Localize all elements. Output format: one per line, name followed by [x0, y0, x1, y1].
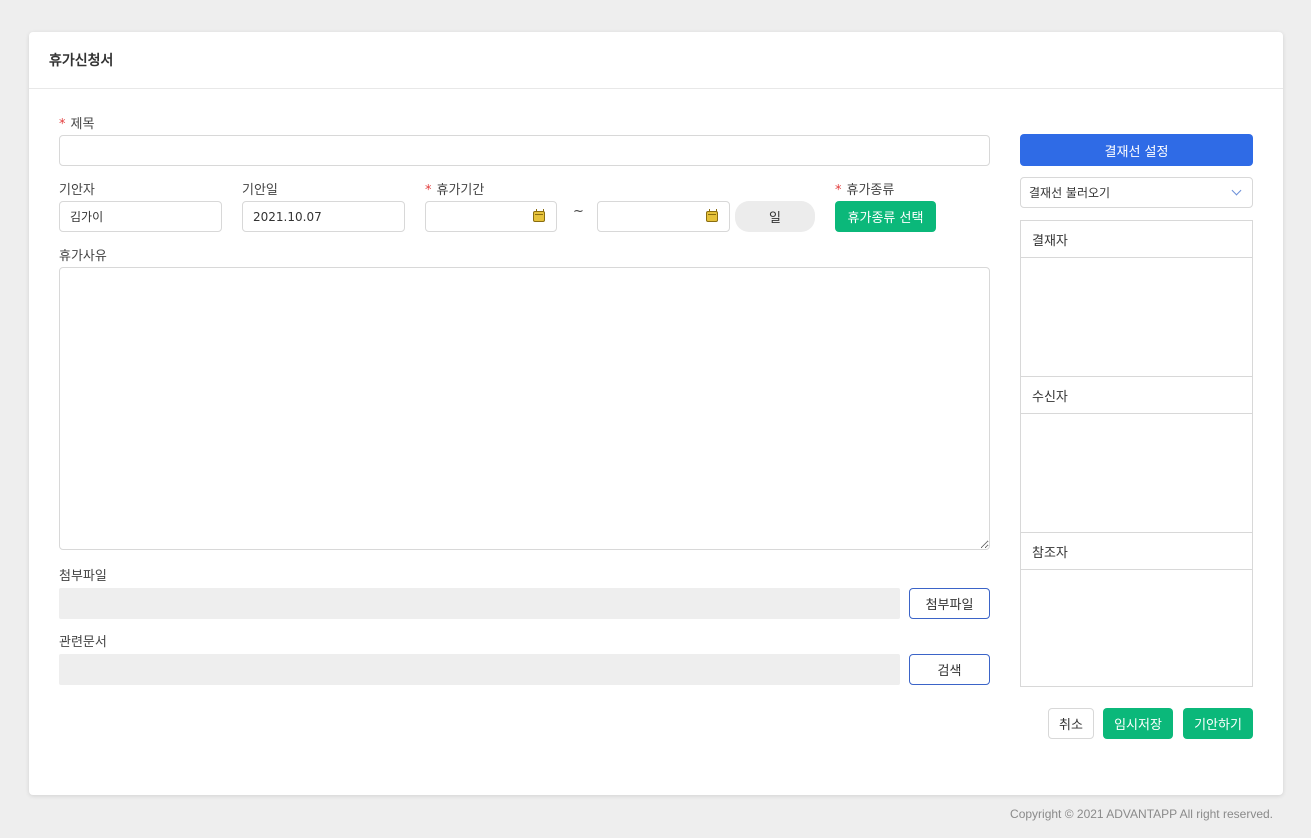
subject-input[interactable]: [59, 135, 990, 166]
leave-type-label: * 휴가종류: [835, 179, 894, 198]
related-docs-search-button[interactable]: 검색: [909, 654, 990, 685]
approval-line-load-value: 결재선 불러오기: [1029, 186, 1111, 200]
references-label: 참조자: [1032, 545, 1068, 561]
required-mark: *: [59, 117, 66, 132]
chevron-down-icon: [1231, 185, 1242, 196]
copyright-footer: Copyright © 2021 ADVANTAPP All right res…: [1010, 807, 1273, 821]
draft-date-field[interactable]: 2021.10.07: [242, 201, 405, 232]
related-docs-label: 관련문서: [59, 635, 107, 650]
related-docs-list: [59, 654, 900, 685]
period-label-text: 휴가기간: [436, 183, 485, 198]
drafter-label: 기안자: [59, 183, 95, 198]
reason-label: 휴가사유: [59, 249, 107, 264]
calendar-icon[interactable]: [533, 209, 545, 222]
leave-type-select-button[interactable]: 휴가종류 선택: [835, 201, 936, 232]
leave-type-label-text: 휴가종류: [846, 183, 895, 198]
approval-line-panel: 결재자 수신자 참조자: [1020, 220, 1253, 687]
drafter-value: 김가이: [70, 210, 104, 224]
references-header: 참조자: [1021, 533, 1252, 570]
reason-textarea[interactable]: [59, 267, 990, 550]
period-end-input[interactable]: [597, 201, 730, 232]
period-separator: ~: [573, 204, 584, 219]
draft-date-label: 기안일: [242, 183, 278, 198]
attachment-list: [59, 588, 900, 619]
approvers-label: 결재자: [1032, 233, 1068, 249]
recipients-label: 수신자: [1032, 389, 1068, 405]
period-label: * 휴가기간: [425, 179, 484, 198]
attachment-button[interactable]: 첨부파일: [909, 588, 990, 619]
references-list: [1021, 570, 1252, 689]
card-header: 휴가신청서: [29, 32, 1283, 89]
approval-line-load-select[interactable]: 결재선 불러오기: [1020, 177, 1253, 208]
required-mark: *: [835, 183, 842, 198]
save-draft-button[interactable]: 임시저장: [1103, 708, 1173, 739]
period-start-input[interactable]: [425, 201, 557, 232]
drafter-field[interactable]: 김가이: [59, 201, 222, 232]
attachment-label: 첨부파일: [59, 569, 107, 584]
page-title: 휴가신청서: [49, 53, 114, 69]
draft-date-value: 2021.10.07: [253, 209, 322, 224]
calendar-icon[interactable]: [706, 209, 718, 222]
days-count: 일: [735, 201, 815, 232]
leave-request-card: 휴가신청서 * 제목 기안자 김가이 기안일 2021.10.07 * 휴가기간 ~…: [29, 32, 1283, 795]
submit-button[interactable]: 기안하기: [1183, 708, 1253, 739]
cancel-button[interactable]: 취소: [1048, 708, 1094, 739]
recipients-list: [1021, 414, 1252, 533]
recipients-header: 수신자: [1021, 377, 1252, 414]
subject-label-text: 제목: [70, 117, 95, 132]
approvers-header: 결재자: [1021, 221, 1252, 258]
approvers-list: [1021, 258, 1252, 377]
approval-line-setup-button[interactable]: 결재선 설정: [1020, 134, 1253, 166]
required-mark: *: [425, 183, 432, 198]
subject-label: * 제목: [59, 113, 94, 132]
